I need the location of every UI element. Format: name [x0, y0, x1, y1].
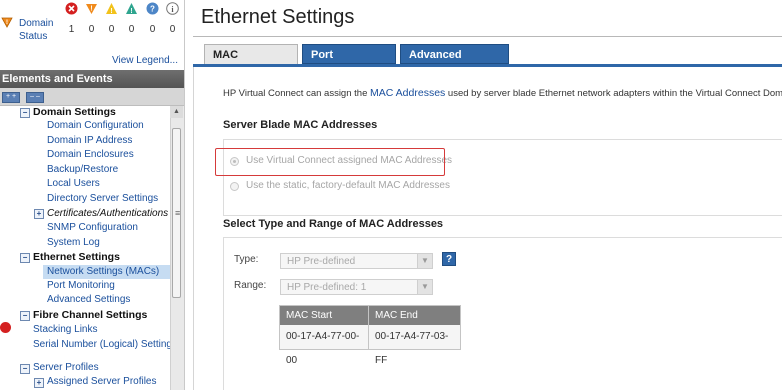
elements-events-header: Elements and Events — [0, 70, 184, 88]
svg-text:!: ! — [130, 8, 132, 15]
critical-count: 1 — [68, 24, 75, 35]
unknown-icon: ? — [146, 2, 159, 15]
tree-ethernet-settings[interactable]: Ethernet Settings — [33, 251, 120, 263]
mac-start-header: MAC Start — [280, 306, 368, 325]
major-count: 0 — [88, 24, 95, 35]
domain-status-panel: ! Domain Status ! ! ! ? i 1 0 0 0 0 0 Vi… — [0, 0, 184, 70]
error-status-icon — [0, 322, 11, 333]
info-icon: i — [166, 2, 179, 15]
mac-end-header: MAC End — [369, 306, 460, 325]
critical-icon — [65, 2, 78, 15]
type-range-section-title: Select Type and Range of MAC Addresses — [223, 218, 444, 230]
range-label: Range: — [234, 280, 267, 291]
scroll-up-arrow-icon[interactable]: ▲ — [170, 106, 183, 118]
type-select-value: HP Pre-defined — [287, 256, 356, 267]
factory-default-label: Use the static, factory-default MAC Addr… — [246, 180, 450, 191]
tab-port-monitoring[interactable]: Port Monitoring — [302, 44, 396, 81]
mac-range-table: MAC Start MAC End 00-17-A4-77-00-00 00-1… — [279, 305, 461, 366]
main-panel: Ethernet Settings MAC Addresses Port Mon… — [193, 0, 782, 390]
svg-text:?: ? — [150, 5, 155, 14]
unknown-count: 0 — [149, 24, 156, 35]
type-label: Type: — [234, 254, 259, 265]
factory-default-radio[interactable] — [230, 182, 239, 191]
minor-icon: ! — [106, 3, 117, 15]
type-select[interactable]: HP Pre-defined ▼ — [280, 253, 433, 269]
collapse-toggle-icon[interactable]: − — [20, 311, 30, 321]
mac-end-value: 00-17-A4-77-03-FF — [375, 331, 449, 366]
tree-snmp-configuration[interactable]: SNMP Configuration — [47, 222, 138, 234]
tree-serial-number-settings[interactable]: Serial Number (Logical) Settings — [33, 339, 170, 351]
range-select[interactable]: HP Pre-defined: 1 ▼ — [280, 279, 433, 295]
left-panel: ! Domain Status ! ! ! ? i 1 0 0 0 0 0 Vi… — [0, 0, 185, 390]
tree-server-profiles[interactable]: Server Profiles — [33, 362, 99, 374]
tree-system-log[interactable]: System Log — [47, 237, 100, 249]
tab-mac-addresses[interactable]: MAC Addresses — [204, 44, 298, 81]
mac-start-value: 00-17-A4-77-00-00 — [286, 331, 360, 366]
tree-toolbar: + + – – — [0, 88, 184, 106]
tree-fibre-channel-settings[interactable]: Fibre Channel Settings — [33, 309, 147, 321]
intro-text: HP Virtual Connect can assign the MAC Ad… — [223, 87, 782, 99]
tree-network-settings-macs[interactable]: Network Settings (MACs) — [43, 265, 170, 279]
domain-status-label[interactable]: Domain Status — [19, 17, 59, 43]
collapse-all-button[interactable]: – – — [26, 92, 44, 103]
collapse-toggle-icon[interactable]: − — [20, 108, 30, 118]
range-select-value: HP Pre-defined: 1 — [287, 282, 367, 293]
svg-text:!: ! — [6, 20, 8, 26]
title-divider — [193, 36, 782, 37]
tree-domain-settings[interactable]: Domain Settings — [33, 106, 116, 118]
navigation-tree: − Domain Settings Domain Configuration D… — [0, 106, 170, 390]
domain-status-major-icon: ! — [1, 17, 13, 28]
collapse-toggle-icon[interactable]: − — [20, 364, 30, 374]
tree-backup-restore[interactable]: Backup/Restore — [47, 164, 118, 176]
svg-text:!: ! — [110, 8, 112, 15]
mac-addresses-link[interactable]: MAC Addresses — [370, 87, 445, 99]
page-title: Ethernet Settings — [201, 6, 355, 28]
major-icon: ! — [86, 4, 97, 14]
tree-certificates-authentications[interactable]: Certificates/Authentications — [47, 208, 168, 220]
intro-before: HP Virtual Connect can assign the — [223, 88, 368, 99]
scroll-grip-icon: ≡ — [175, 208, 181, 218]
table-column-divider — [368, 306, 369, 349]
annotation-highlight-box — [215, 148, 445, 176]
tree-port-monitoring[interactable]: Port Monitoring — [47, 280, 115, 292]
tree-stacking-links[interactable]: Stacking Links — [33, 324, 97, 336]
tree-local-users[interactable]: Local Users — [47, 178, 100, 190]
tree-assigned-server-profiles[interactable]: Assigned Server Profiles — [47, 376, 157, 388]
tree-advanced-settings[interactable]: Advanced Settings — [47, 294, 130, 306]
chevron-down-icon: ▼ — [417, 280, 432, 294]
warning-icon: ! — [126, 3, 137, 15]
server-blade-section-title: Server Blade MAC Addresses — [223, 119, 378, 131]
expand-toggle-icon[interactable]: + — [34, 209, 44, 219]
warning-count: 0 — [128, 24, 135, 35]
minor-count: 0 — [108, 24, 115, 35]
tree-directory-server-settings[interactable]: Directory Server Settings — [47, 193, 158, 205]
tree-domain-ip-address[interactable]: Domain IP Address — [47, 135, 132, 147]
svg-text:!: ! — [90, 6, 92, 13]
tree-domain-enclosures[interactable]: Domain Enclosures — [47, 149, 134, 161]
info-count: 0 — [169, 24, 176, 35]
view-legend-link[interactable]: View Legend... — [112, 55, 178, 66]
collapse-toggle-icon[interactable]: − — [20, 253, 30, 263]
expand-toggle-icon[interactable]: + — [34, 378, 44, 388]
tab-advanced-settings[interactable]: Advanced Settings — [400, 44, 509, 81]
tree-domain-configuration[interactable]: Domain Configuration — [47, 120, 144, 132]
intro-after: used by server blade Ethernet network ad… — [447, 88, 782, 99]
chevron-down-icon: ▼ — [417, 254, 432, 268]
help-icon[interactable]: ? — [442, 252, 456, 266]
expand-all-button[interactable]: + + — [2, 92, 20, 103]
